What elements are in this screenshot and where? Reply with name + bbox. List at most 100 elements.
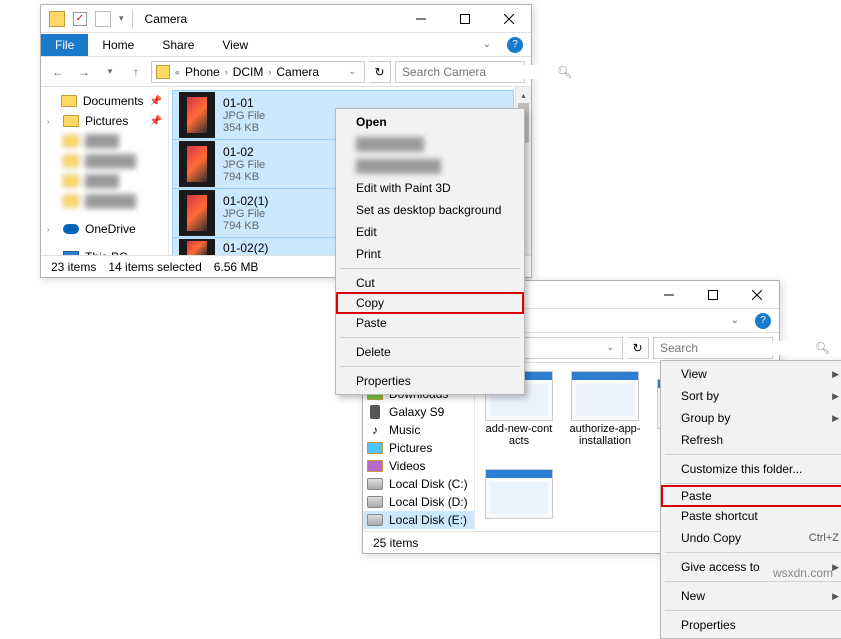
- cm-paste[interactable]: Paste: [661, 485, 841, 507]
- ribbon-collapse-icon[interactable]: ⌄: [723, 315, 747, 326]
- grid-item[interactable]: authorize-app-installation: [569, 371, 641, 447]
- minimize-button[interactable]: [647, 281, 691, 309]
- nav-documents[interactable]: Documents📌: [41, 91, 168, 111]
- search-input[interactable]: [660, 341, 815, 355]
- chevron-right-icon[interactable]: ›: [222, 67, 231, 77]
- cm-edit[interactable]: Edit: [338, 221, 522, 243]
- scroll-up-icon[interactable]: ▴: [516, 87, 531, 103]
- search-box[interactable]: 🔍︎: [653, 337, 773, 359]
- cm-item-blurred[interactable]: ██████████: [338, 155, 522, 177]
- nav-label: Pictures: [389, 441, 432, 455]
- close-button[interactable]: [735, 281, 779, 309]
- maximize-button[interactable]: [691, 281, 735, 309]
- help-icon[interactable]: ?: [507, 37, 523, 53]
- search-input[interactable]: [402, 65, 557, 79]
- cm-refresh[interactable]: Refresh: [663, 429, 841, 451]
- search-icon[interactable]: 🔍︎: [815, 341, 830, 355]
- nav-item-blurred[interactable]: ██████: [41, 191, 168, 211]
- cm-properties[interactable]: Properties: [663, 614, 841, 636]
- cm-properties[interactable]: Properties: [338, 370, 522, 392]
- chevron-right-icon: ▶: [832, 562, 839, 573]
- status-item-count: 25 items: [373, 536, 418, 550]
- cm-copy[interactable]: Copy: [336, 292, 524, 314]
- cm-paste-shortcut[interactable]: Paste shortcut: [663, 505, 841, 527]
- search-box[interactable]: 🔍︎: [395, 61, 525, 83]
- ribbon-tab-home[interactable]: Home: [88, 34, 148, 56]
- grid-item[interactable]: [483, 469, 555, 519]
- back-button[interactable]: ←: [47, 61, 69, 83]
- close-button[interactable]: [487, 5, 531, 33]
- refresh-button[interactable]: ↻: [627, 337, 649, 359]
- menu-separator: [340, 268, 520, 269]
- breadcrumb-dcim[interactable]: DCIM: [233, 65, 264, 79]
- minimize-button[interactable]: [399, 5, 443, 33]
- qat-item[interactable]: ✓: [73, 12, 87, 26]
- ribbon-tab-file[interactable]: File: [41, 34, 88, 56]
- ribbon-collapse-icon[interactable]: ⌄: [475, 39, 499, 50]
- folder-icon: [63, 115, 79, 127]
- nav-locale[interactable]: Local Disk (E:): [363, 511, 474, 529]
- nav-music[interactable]: ♪Music: [363, 421, 474, 439]
- cm-sortby[interactable]: Sort by▶: [663, 385, 841, 407]
- qat-dropdown-icon[interactable]: ▾: [119, 13, 124, 24]
- ribbon-tab-share[interactable]: Share: [148, 34, 208, 56]
- cm-new[interactable]: New▶: [663, 585, 841, 607]
- cm-open[interactable]: Open: [338, 111, 522, 133]
- forward-button[interactable]: →: [73, 61, 95, 83]
- cm-view[interactable]: View▶: [663, 363, 841, 385]
- file-size: 354 KB: [223, 122, 265, 134]
- up-button[interactable]: ↑: [125, 61, 147, 83]
- file-thumbnail: [179, 239, 215, 255]
- nav-galaxy[interactable]: Galaxy S9: [363, 403, 474, 421]
- cm-label: Give access to: [681, 560, 760, 574]
- nav-pictures[interactable]: Pictures: [363, 439, 474, 457]
- cm-customize[interactable]: Customize this folder...: [663, 458, 841, 480]
- nav-item-blurred[interactable]: ██████: [41, 151, 168, 171]
- breadcrumb-camera[interactable]: Camera: [276, 65, 319, 79]
- navigation-pane[interactable]: Documents📌 ›Pictures📌 ████ ██████ ████ █…: [41, 87, 169, 255]
- search-icon[interactable]: 🔍︎: [557, 65, 572, 79]
- chevron-right-icon[interactable]: ›: [265, 67, 274, 77]
- refresh-button[interactable]: ↻: [369, 61, 391, 83]
- address-dropdown-icon[interactable]: ⌄: [344, 66, 360, 77]
- nav-pictures[interactable]: ›Pictures📌: [41, 111, 168, 131]
- titlebar[interactable]: ✓ ▾ Camera: [41, 5, 531, 33]
- cm-cut[interactable]: Cut: [338, 272, 522, 294]
- nav-onedrive[interactable]: ›OneDrive: [41, 219, 168, 239]
- cm-groupby[interactable]: Group by▶: [663, 407, 841, 429]
- nav-videos[interactable]: Videos: [363, 457, 474, 475]
- address-bar[interactable]: « Phone › DCIM › Camera ⌄: [151, 61, 365, 83]
- nav-label: OneDrive: [85, 222, 136, 236]
- nav-locald[interactable]: Local Disk (D:): [363, 493, 474, 511]
- ribbon-tab-view[interactable]: View: [208, 34, 262, 56]
- nav-localc[interactable]: Local Disk (C:): [363, 475, 474, 493]
- cm-accel: Ctrl+Z: [809, 532, 839, 544]
- status-size: 6.56 MB: [214, 260, 259, 274]
- qat-item[interactable]: [95, 11, 111, 27]
- nav-thispc[interactable]: ›This PC: [41, 247, 168, 255]
- cm-item-blurred[interactable]: ████████: [338, 133, 522, 155]
- nav-label: Local Disk (D:): [389, 495, 468, 509]
- cm-delete[interactable]: Delete: [338, 341, 522, 363]
- cm-wallpaper[interactable]: Set as desktop background: [338, 199, 522, 221]
- recent-locations-button[interactable]: ▾: [99, 61, 121, 83]
- cm-paste[interactable]: Paste: [338, 312, 522, 334]
- cm-undo[interactable]: Undo CopyCtrl+Z: [663, 527, 841, 549]
- cm-paint3d[interactable]: Edit with Paint 3D: [338, 177, 522, 199]
- breadcrumb-phone[interactable]: Phone: [185, 65, 220, 79]
- maximize-button[interactable]: [443, 5, 487, 33]
- nav-item-blurred[interactable]: ████: [41, 131, 168, 151]
- help-icon[interactable]: ?: [755, 313, 771, 329]
- cm-label: Delete: [356, 345, 391, 359]
- chevron-right-icon[interactable]: «: [172, 67, 183, 77]
- file-name: 01-02(2): [223, 241, 268, 255]
- cm-print[interactable]: Print: [338, 243, 522, 265]
- ribbon: File Home Share View ⌄ ?: [41, 33, 531, 57]
- cm-label: Edit: [356, 225, 377, 239]
- address-dropdown-icon[interactable]: ⌄: [602, 342, 618, 353]
- cm-label: Paste shortcut: [681, 509, 758, 523]
- file-name: 01-01: [223, 96, 265, 110]
- cm-label: Edit with Paint 3D: [356, 181, 451, 195]
- nav-item-blurred[interactable]: ████: [41, 171, 168, 191]
- chevron-right-icon: ▶: [832, 391, 839, 402]
